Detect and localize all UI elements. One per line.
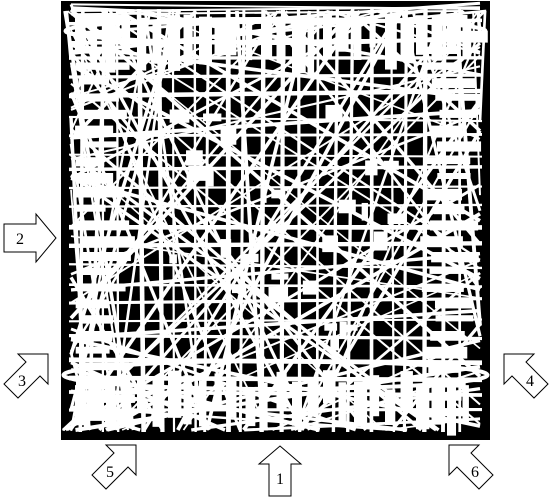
arrow-5-button[interactable]: 5 — [88, 441, 137, 490]
arrow-3-button[interactable]: 3 — [0, 350, 49, 399]
arrow-4-button[interactable]: 4 — [498, 350, 549, 399]
arrow-6-button[interactable]: 6 — [443, 441, 494, 490]
arrow-4-label: 4 — [526, 373, 534, 390]
arrow-3-label: 3 — [18, 373, 26, 390]
arrow-5-label: 5 — [106, 464, 114, 481]
arrow-2-label: 2 — [16, 231, 24, 248]
arrow-2-button[interactable]: 2 — [2, 212, 57, 264]
right-arrow-icon: 2 — [3, 212, 57, 264]
arrow-1-label: 1 — [276, 471, 284, 488]
up-left-arrow-icon: 6 — [448, 444, 494, 490]
up-left-arrow-icon: 4 — [503, 353, 549, 399]
line-pattern — [61, 1, 490, 436]
arrow-6-label: 6 — [471, 464, 479, 481]
arrow-1-button[interactable]: 1 — [257, 444, 303, 497]
puzzle-board — [61, 1, 490, 440]
up-right-arrow-icon: 5 — [91, 444, 137, 490]
up-arrow-icon: 1 — [257, 445, 303, 497]
up-right-arrow-icon: 3 — [3, 353, 49, 399]
